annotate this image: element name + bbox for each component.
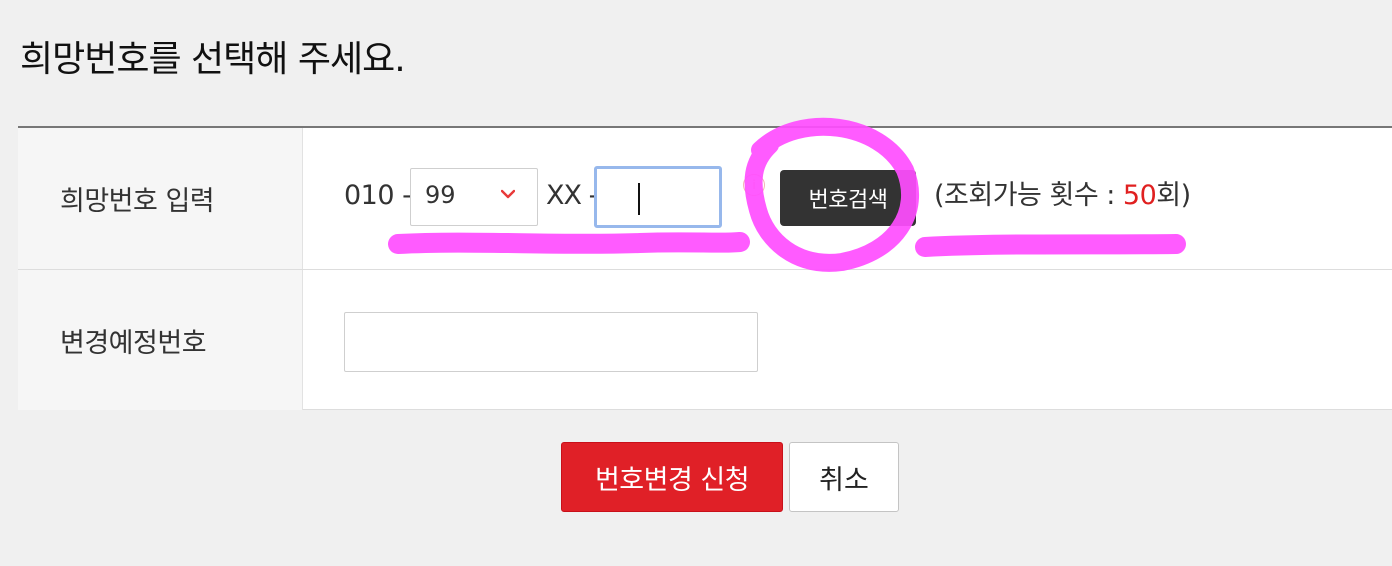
- area-select-value: 99: [425, 181, 456, 209]
- cancel-button[interactable]: 취소: [789, 442, 899, 512]
- last-digits-input[interactable]: [594, 166, 722, 228]
- scheduled-number-label: 변경예정번호: [18, 270, 303, 410]
- scheduled-number-field[interactable]: [344, 312, 758, 372]
- desired-number-label: 희망번호 입력: [18, 128, 303, 269]
- query-count-number: 50: [1122, 180, 1157, 211]
- chevron-down-icon: [501, 189, 515, 199]
- text-caret: [638, 183, 640, 215]
- desired-number-row: 희망번호 입력 010 - 99 XX - i 번호검색 (조회가능 횟수 : …: [18, 128, 1392, 270]
- number-search-button[interactable]: 번호검색: [780, 170, 916, 226]
- number-change-form: 희망번호 입력 010 - 99 XX - i 번호검색 (조회가능 횟수 : …: [18, 126, 1392, 410]
- query-count-text: (조회가능 횟수 : 50회): [934, 176, 1191, 216]
- query-count-prefix: (조회가능 횟수 :: [934, 180, 1123, 211]
- number-middle-text: XX -: [546, 180, 598, 211]
- info-icon: i: [743, 174, 765, 196]
- area-number-select[interactable]: 99: [410, 168, 538, 226]
- number-prefix: 010 -: [344, 180, 412, 211]
- apply-number-change-button[interactable]: 번호변경 신청: [561, 442, 783, 512]
- scheduled-number-row: 변경예정번호: [18, 270, 1392, 410]
- scheduled-number-value: [304, 270, 1392, 410]
- page-title: 희망번호를 선택해 주세요.: [20, 39, 406, 80]
- query-count-suffix: 회): [1156, 180, 1191, 211]
- desired-number-value: 010 - 99 XX - i 번호검색 (조회가능 횟수 : 50회): [304, 128, 1392, 269]
